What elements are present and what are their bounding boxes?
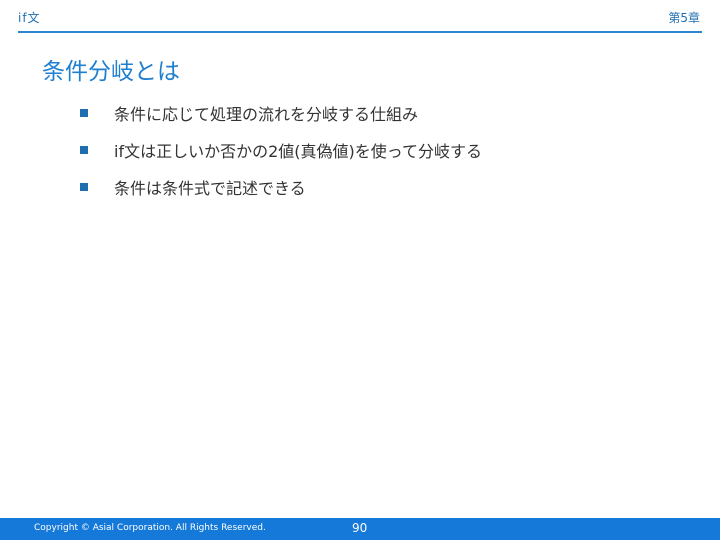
square-bullet-icon <box>80 145 88 154</box>
page-number: 90 <box>352 521 368 535</box>
bullet-item: 条件に応じて処理の流れを分岐する仕組み <box>80 94 482 131</box>
footer-bar: Copyright © Asial Corporation. All Right… <box>0 518 720 540</box>
bullet-list: 条件に応じて処理の流れを分岐する仕組み if文は正しいか否かの2値(真偽値)を使… <box>80 94 482 205</box>
header-divider <box>18 31 702 33</box>
section-label: if文 <box>18 11 41 25</box>
bullet-item: if文は正しいか否かの2値(真偽値)を使って分岐する <box>80 131 482 168</box>
bullet-text: 条件は条件式で記述できる <box>114 178 306 198</box>
bullet-item: 条件は条件式で記述できる <box>80 168 482 205</box>
copyright-text: Copyright © Asial Corporation. All Right… <box>34 523 266 533</box>
bullet-text: if文は正しいか否かの2値(真偽値)を使って分岐する <box>114 141 482 161</box>
square-bullet-icon <box>80 182 88 191</box>
square-bullet-icon <box>80 108 88 117</box>
slide-title: 条件分岐とは <box>42 59 180 85</box>
chapter-label: 第5章 <box>668 11 700 25</box>
bullet-text: 条件に応じて処理の流れを分岐する仕組み <box>114 104 419 124</box>
